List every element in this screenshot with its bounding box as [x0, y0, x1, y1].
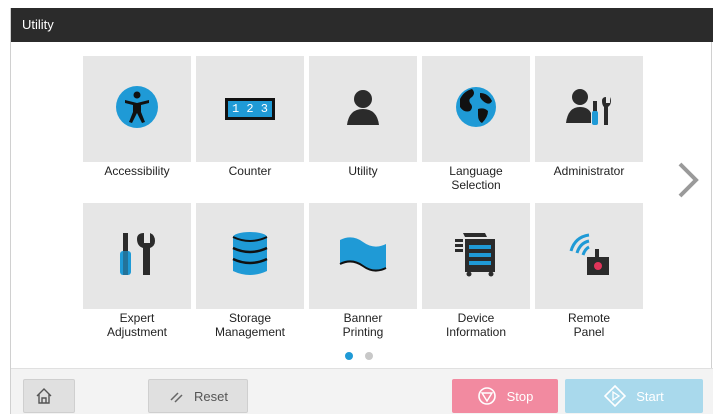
reset-button[interactable]: Reset — [148, 379, 248, 413]
window-title: Utility — [11, 8, 713, 42]
stop-icon — [477, 387, 496, 405]
reset-label: Reset — [194, 388, 228, 404]
reset-icon — [170, 392, 183, 403]
tile-label: Counter — [228, 164, 272, 178]
printer-icon — [451, 231, 501, 282]
counter-icon: 1 2 3 — [225, 98, 275, 120]
tile-administrator[interactable]: Administrator — [535, 56, 643, 196]
counter-digits: 1 2 3 — [231, 102, 268, 116]
tile-label: Administrator — [553, 164, 625, 178]
globe-icon — [454, 85, 498, 134]
tools-icon — [117, 231, 157, 282]
tile-label: Accessibility — [104, 164, 170, 178]
tile-device-information[interactable]: Device Information — [422, 203, 530, 343]
tile-banner-printing[interactable]: Banner Printing — [309, 203, 417, 343]
tile-label: Utility — [348, 164, 378, 178]
home-button[interactable] — [23, 379, 75, 413]
tile-label: Remote Panel — [567, 311, 611, 339]
home-icon — [36, 388, 52, 404]
tile-expert-adjustment[interactable]: Expert Adjustment — [83, 203, 191, 343]
chevron-right-icon — [678, 162, 699, 198]
utility-screen: Utility Accessibility 1 2 3 Counter Util… — [10, 8, 713, 414]
page-dot[interactable] — [365, 352, 373, 360]
database-icon — [231, 231, 269, 282]
footer-bar: Reset Stop Start — [11, 368, 713, 414]
start-icon — [604, 385, 627, 407]
administrator-icon — [566, 87, 612, 132]
tile-label: Storage Management — [214, 311, 286, 339]
tile-accessibility[interactable]: Accessibility — [83, 56, 191, 196]
tile-label: Banner Printing — [342, 311, 384, 339]
page-indicator — [345, 352, 385, 364]
tile-utility[interactable]: Utility — [309, 56, 417, 196]
tile-label: Device Information — [445, 311, 507, 339]
remote-panel-icon — [565, 231, 613, 282]
start-button[interactable]: Start — [565, 379, 703, 413]
stop-label: Stop — [506, 388, 534, 404]
stop-button[interactable]: Stop — [452, 379, 558, 413]
tile-label: Expert Adjustment — [106, 311, 168, 339]
page-dot-active[interactable] — [345, 352, 353, 360]
banner-icon — [338, 234, 388, 279]
user-icon — [343, 87, 383, 132]
accessibility-icon — [115, 85, 159, 134]
start-label: Start — [636, 388, 664, 404]
next-page-arrow[interactable] — [675, 160, 701, 200]
tile-label: Language Selection — [449, 164, 503, 192]
tile-language-selection[interactable]: Language Selection — [422, 56, 530, 196]
tile-counter[interactable]: 1 2 3 Counter — [196, 56, 304, 196]
tile-remote-panel[interactable]: Remote Panel — [535, 203, 643, 343]
tile-storage-management[interactable]: Storage Management — [196, 203, 304, 343]
